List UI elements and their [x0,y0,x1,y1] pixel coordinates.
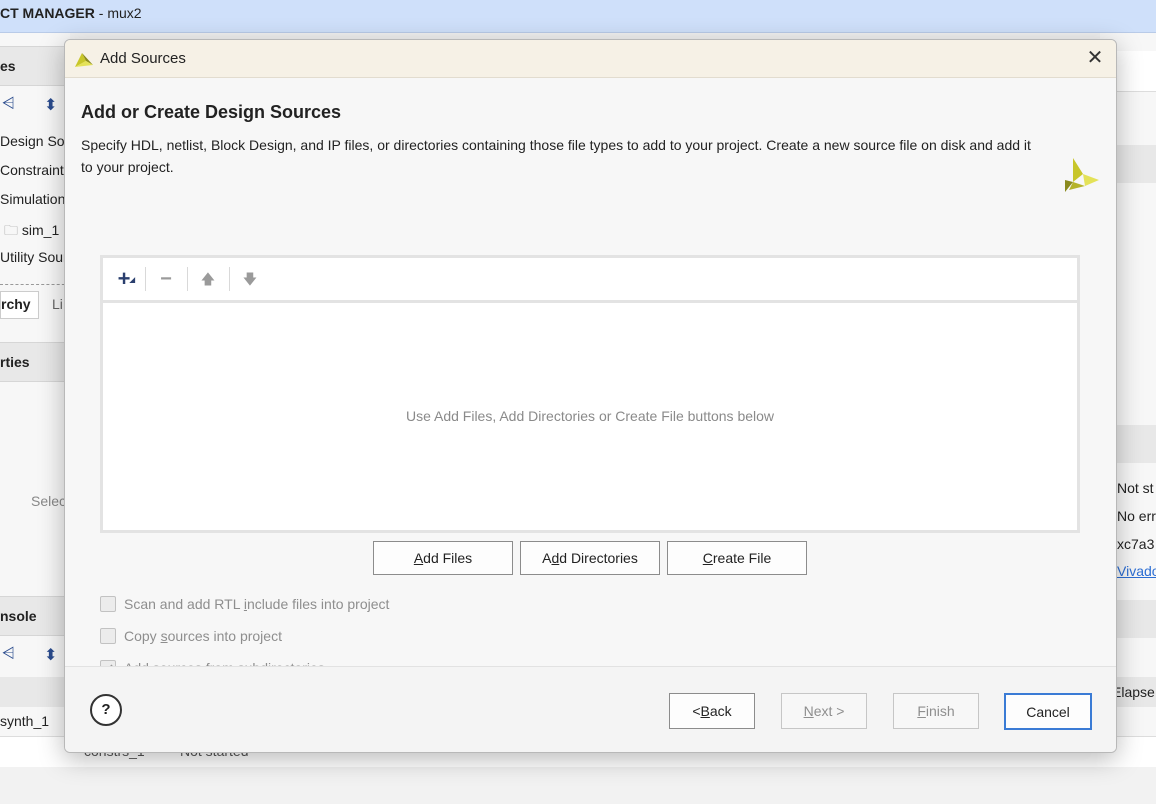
dialog-description: Specify HDL, netlist, Block Design, and … [81,137,1031,175]
sources-header: es [0,46,70,86]
source-file-list[interactable]: + ◢ − 🡅 🡇 Use Add Files, Add Directories … [100,255,1080,533]
close-icon[interactable]: ✕ [1083,46,1107,70]
option-label: Copy sources into project [124,628,282,644]
properties-empty-text: Selec [31,493,67,509]
tree-item-sim-1[interactable]: 🗀 sim_1 [4,220,59,244]
dropdown-arrow-icon: ◢ [129,277,135,284]
app-titlebar: CT MANAGER - mux2 [0,0,1156,33]
folder-icon: 🗀 [4,222,18,238]
vivado-logo-icon [1065,158,1099,192]
dialog-heading: Add or Create Design Sources [81,102,342,122]
vivado-link[interactable]: Vivado [1117,563,1156,579]
back-button[interactable]: < Back [669,693,755,729]
tab-hierarchy[interactable]: rchy [0,291,39,319]
add-sources-dialog: Add Sources ✕ Add or Create Design Sourc… [64,39,1117,753]
expand-icon[interactable]: ⬍ [44,645,57,665]
app-footer [0,767,1156,804]
cancel-button[interactable]: Cancel [1004,693,1092,730]
tree-divider [0,284,70,285]
add-directories-button[interactable]: Add Directories [520,541,660,575]
add-files-button[interactable]: Add Files [373,541,513,575]
option-copy-sources[interactable]: Copy sources into project [100,626,282,646]
remove-icon[interactable]: − [153,266,179,292]
run-synth-1[interactable]: synth_1 [0,713,49,729]
tree-item-constraints[interactable]: Constraint [0,162,64,178]
toolbar-separator [229,267,230,291]
move-up-icon[interactable]: 🡅 [195,266,221,292]
tcl-console-header: nsole [0,596,70,636]
app-title: CT MANAGER - mux2 [0,5,142,21]
properties-header: rties [0,342,70,382]
toolbar-separator [145,267,146,291]
part-value: xc7a3 [1117,536,1155,552]
tree-item-simulation[interactable]: Simulation [0,191,65,207]
file-list-toolbar: + ◢ − 🡅 🡇 [103,258,1077,303]
empty-list-message: Use Add Files, Add Directories or Create… [405,408,775,424]
status-value: No err [1117,508,1156,524]
dialog-footer: ? < Back Next > Finish Cancel [65,666,1116,752]
vivado-logo-icon [75,53,93,67]
scan-rtl-checkbox[interactable] [100,596,116,612]
runs-header [0,677,70,707]
move-down-icon[interactable]: 🡇 [237,266,263,292]
toolbar-separator [187,267,188,291]
copy-sources-checkbox[interactable] [100,628,116,644]
tree-item-design-sources[interactable]: Design So [0,133,65,149]
option-label: Scan and add RTL include files into proj… [124,596,390,612]
help-icon[interactable]: ? [90,694,122,726]
dialog-titlebar: Add Sources ✕ [65,40,1116,78]
finish-button[interactable]: Finish [893,693,979,729]
dialog-body: Add or Create Design Sources Specify HDL… [65,78,1116,676]
tab-libraries[interactable]: Li [52,296,63,312]
collapse-all-icon[interactable]: ⩤ [2,95,15,113]
status-value: Not st [1117,480,1154,496]
dialog-title: Add Sources [100,50,186,67]
expand-icon[interactable]: ⬍ [44,95,57,115]
left-background-panel: es ⩤ ⬍ Design So Constraint Simulation 🗀… [0,33,70,804]
create-file-button[interactable]: Create File [667,541,807,575]
collapse-all-icon[interactable]: ⩤ [2,645,15,663]
option-scan-rtl-include[interactable]: Scan and add RTL include files into proj… [100,594,389,614]
next-button[interactable]: Next > [781,693,867,729]
tree-item-utility-sources[interactable]: Utility Sour [0,249,68,265]
add-icon[interactable]: + ◢ [111,266,137,292]
